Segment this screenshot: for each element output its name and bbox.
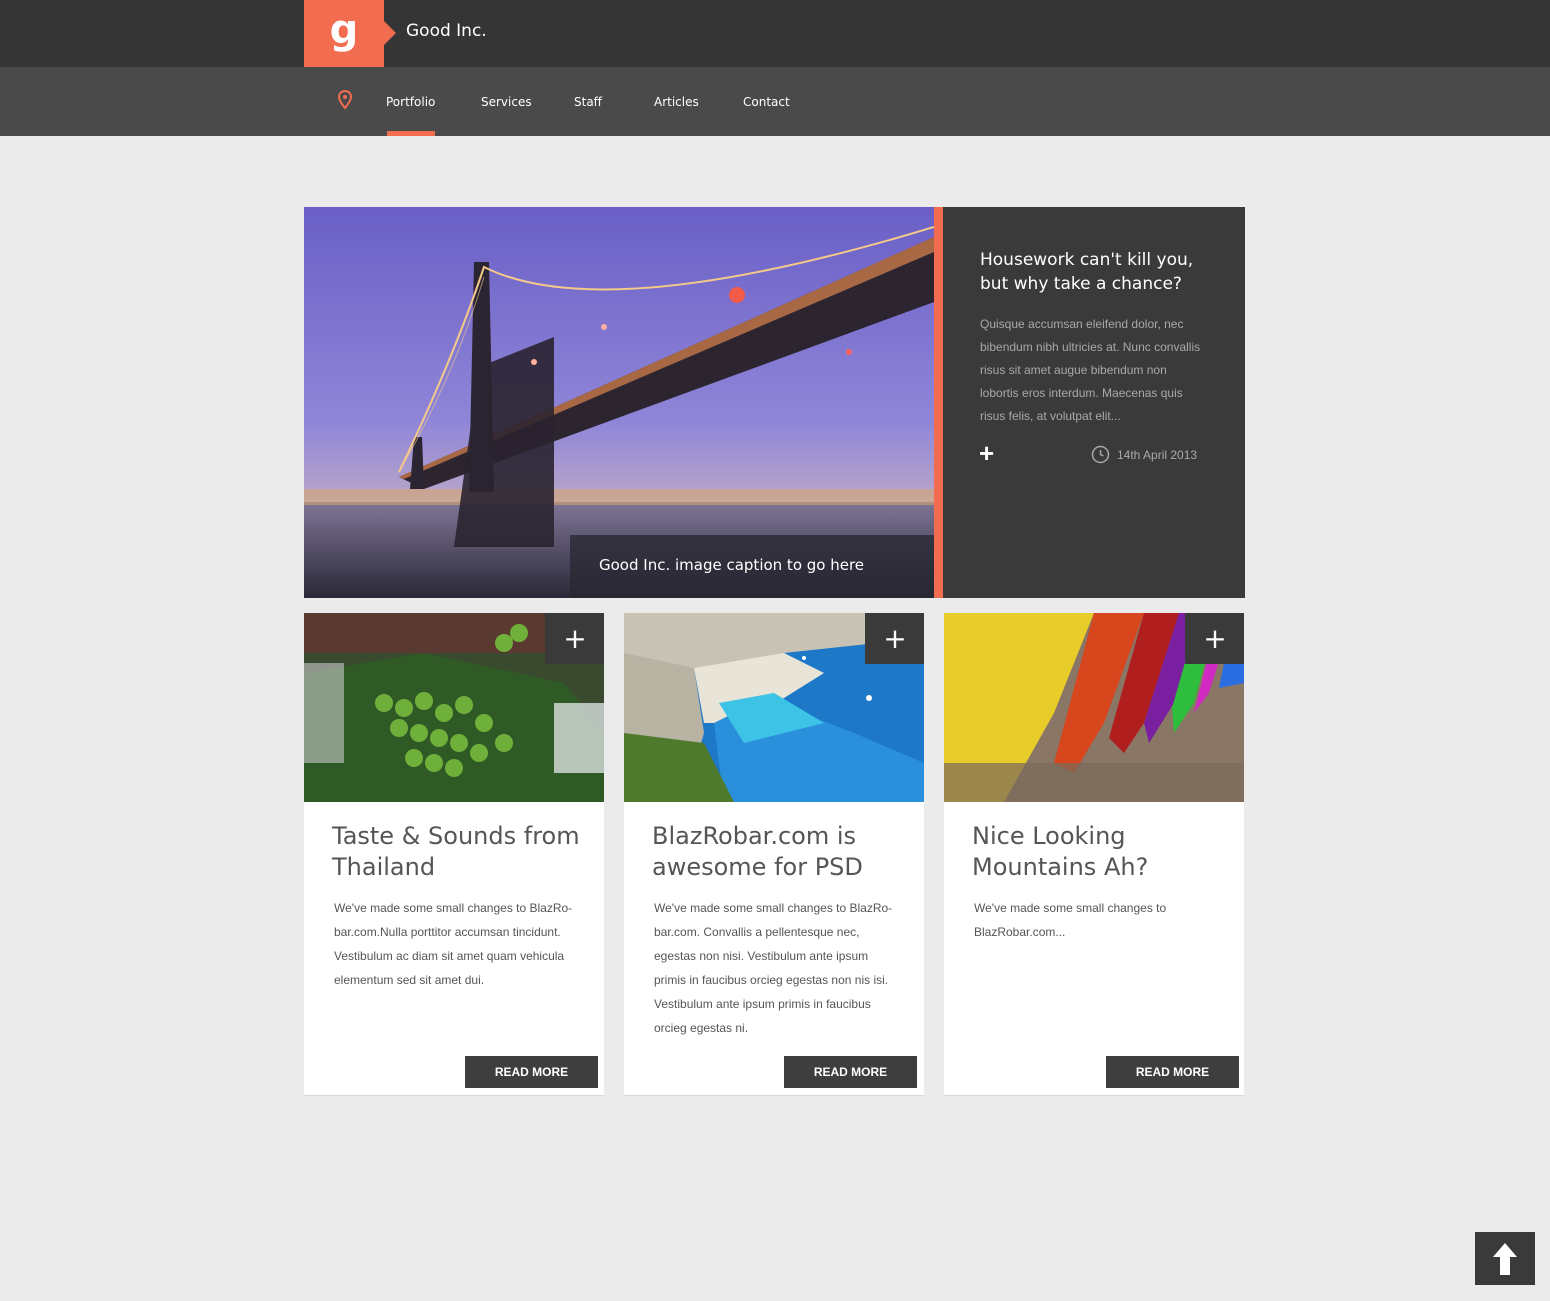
top-header <box>0 0 1550 67</box>
nav-portfolio[interactable]: Portfolio <box>386 95 435 109</box>
brand-name[interactable]: Good Inc. <box>406 21 487 41</box>
card-text: We've made some small changes to BlazRo-… <box>334 901 573 987</box>
logo[interactable]: g <box>304 0 396 67</box>
up-arrow-icon <box>1493 1242 1517 1275</box>
clock-icon <box>1091 445 1110 464</box>
hero-caption: Good Inc. image caption to go here <box>570 535 934 598</box>
card-title[interactable]: Taste & Sounds from Thailand <box>332 821 594 883</box>
nav-services[interactable]: Services <box>481 95 532 109</box>
nav-staff[interactable]: Staff <box>574 95 602 109</box>
card-plus-button[interactable]: + <box>1185 613 1244 664</box>
read-more-button[interactable]: READ MORE <box>465 1056 598 1088</box>
nav-articles[interactable]: Articles <box>654 95 699 109</box>
card-blazrobar: + BlazRobar.com is awesome for PSD We've… <box>624 613 924 1095</box>
location-pin-icon <box>338 90 352 110</box>
card-image[interactable]: + <box>304 613 604 802</box>
card-image[interactable]: + <box>944 613 1244 802</box>
read-more-button[interactable]: READ MORE <box>784 1056 917 1088</box>
card-title[interactable]: Nice Looking Mountains Ah? <box>972 821 1234 883</box>
hero-date: 14th April 2013 <box>1117 448 1198 462</box>
card-plus-button[interactable]: + <box>545 613 604 664</box>
hero-text: Quisque accumsan eleifend dolor, nec bib… <box>980 317 1201 423</box>
nav-contact[interactable]: Contact <box>743 95 790 109</box>
card-plus-button[interactable]: + <box>865 613 924 664</box>
back-to-top-button[interactable] <box>1475 1232 1535 1285</box>
read-more-button[interactable]: READ MORE <box>1106 1056 1239 1088</box>
logo-letter: g <box>329 6 359 53</box>
card-text: We've made some small changes to BlazRo-… <box>654 901 893 1035</box>
card-title[interactable]: BlazRobar.com is awesome for PSD <box>652 821 914 883</box>
card-thailand: + Taste & Sounds from Thailand We've mad… <box>304 613 604 1095</box>
hero-title: Housework can't kill you, but why take a… <box>980 250 1194 294</box>
card-mountains: + Nice Looking Mountains Ah? We've made … <box>944 613 1244 1095</box>
hero-accent-bar <box>934 207 943 598</box>
nav-active-indicator <box>387 131 435 136</box>
hero-expand-button[interactable]: + <box>979 440 994 466</box>
card-image[interactable]: + <box>624 613 924 802</box>
card-text: We've made some small changes to BlazRob… <box>974 901 1167 939</box>
